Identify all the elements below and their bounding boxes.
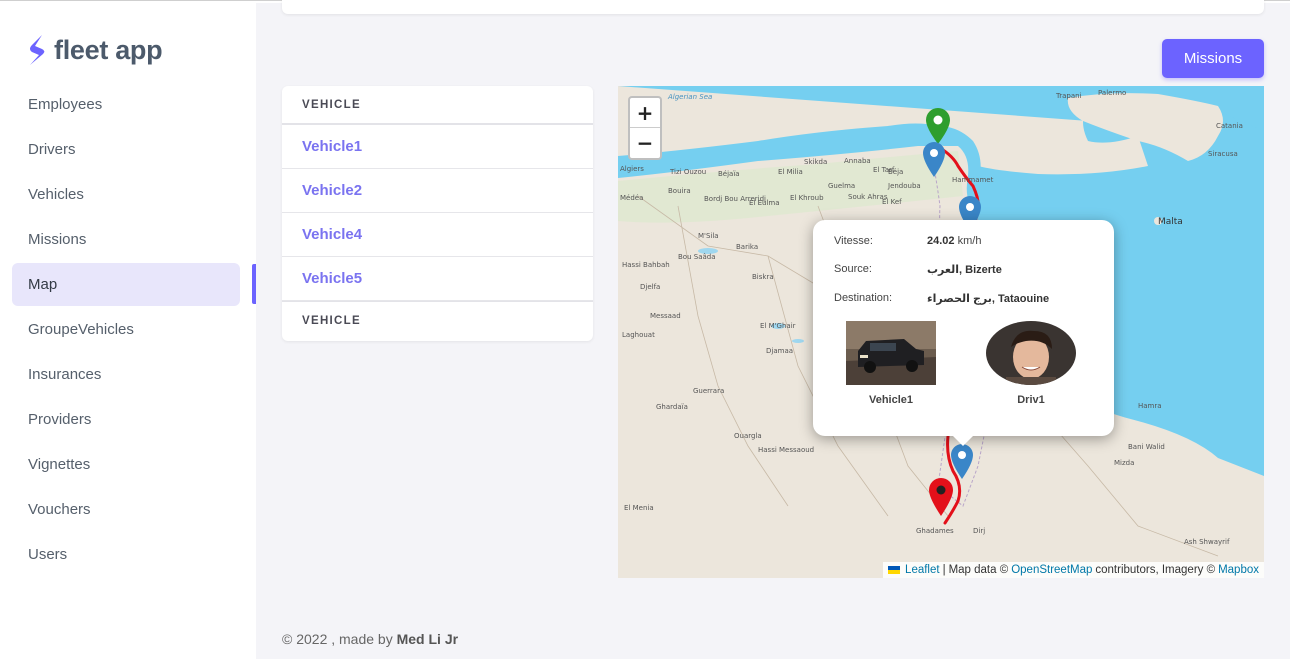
mapbox-link[interactable]: Mapbox — [1218, 564, 1259, 576]
vehicle-row-1[interactable]: Vehicle1 — [282, 125, 593, 169]
table-header: VEHICLE — [282, 86, 593, 125]
zoom-out-button[interactable]: − — [630, 128, 660, 158]
app-name: fleet app — [54, 34, 163, 65]
footer-author: Med Li Jr — [396, 631, 459, 647]
sidebar-item-vouchers[interactable]: Vouchers — [12, 488, 240, 531]
map-label: Jendouba — [888, 182, 921, 190]
popup-tip — [952, 435, 974, 446]
osm-link[interactable]: OpenStreetMap — [1011, 564, 1092, 576]
map-attribution: Leaflet | Map data © OpenStreetMap contr… — [883, 562, 1264, 578]
map-label: El Kef — [882, 198, 902, 206]
map-label: Hamra — [1138, 402, 1162, 410]
map-label: Malta — [1158, 217, 1183, 227]
map-label: El Milia — [778, 168, 803, 176]
vehicle-caption: Vehicle1 — [868, 394, 914, 406]
ukraine-flag-icon — [888, 566, 901, 574]
map-label: Algerian Sea — [668, 93, 713, 101]
map-label: Barika — [736, 243, 759, 251]
active-nav-marker — [252, 264, 256, 304]
map-label: Ghadames — [916, 527, 954, 535]
missions-button[interactable]: Missions — [1162, 39, 1264, 78]
map-label: Hassi Messaoud — [758, 446, 815, 454]
map-label: El Tarf — [873, 166, 895, 174]
map-label: Djelfa — [640, 283, 661, 291]
vehicle-row-4[interactable]: Vehicle4 — [282, 213, 593, 257]
app-logo[interactable]: fleet app — [26, 33, 163, 67]
map-label: Algiers — [620, 165, 644, 173]
sidebar-item-users[interactable]: Users — [12, 533, 240, 576]
sidebar-item-groupevehicles[interactable]: GroupeVehicles — [12, 308, 240, 351]
source-value: العرب, Bizerte — [927, 264, 1002, 276]
map-label: Bou Saâda — [678, 253, 716, 261]
attribution-separator: | — [942, 564, 946, 576]
driver-caption: Driv1 — [1017, 394, 1045, 406]
destination-value: برج الحصراء, Tataouine — [927, 293, 1050, 305]
map-label: M'Sila — [698, 232, 719, 240]
map-label: Skikda — [804, 158, 828, 166]
map-label: El Menia — [624, 504, 654, 512]
driver-photo — [986, 321, 1076, 385]
sidebar-item-missions[interactable]: Missions — [12, 218, 240, 261]
leaflet-link[interactable]: Leaflet — [905, 564, 940, 576]
map-label: Laghouat — [622, 331, 655, 339]
map-label: El Khroub — [790, 194, 824, 202]
map-label: Bani Walid — [1128, 443, 1165, 451]
map-label: Biskra — [752, 273, 774, 281]
vehicle-popup: Vitesse: 24.02 km/h Source: العرب, Bizer… — [813, 220, 1114, 436]
source-label: Source: — [834, 263, 872, 275]
map-label: Catania — [1216, 122, 1243, 130]
zoom-control: + − — [628, 96, 662, 160]
vehicle-row-2[interactable]: Vehicle2 — [282, 169, 593, 213]
map-label: Béjaïa — [718, 170, 740, 178]
sidebar-item-map[interactable]: Map — [12, 263, 240, 306]
map-label: Palermo — [1098, 89, 1127, 97]
destination-label: Destination: — [834, 292, 893, 304]
map-label: Annaba — [844, 157, 871, 165]
sidebar-item-vignettes[interactable]: Vignettes — [12, 443, 240, 486]
top-card — [282, 0, 1264, 14]
sidebar-item-drivers[interactable]: Drivers — [12, 128, 240, 171]
map-label: Hassi Bahbah — [622, 261, 670, 269]
map-label: Ash Shwayrif — [1184, 538, 1230, 546]
vehicle-table: VEHICLE Vehicle1 Vehicle2 Vehicle4 Vehic… — [282, 86, 593, 341]
page-footer: © 2022 , made by Med Li Jr — [282, 631, 458, 647]
map-label: Hammamet — [952, 176, 994, 184]
speed-label: Vitesse: — [834, 235, 873, 247]
map-label: Guelma — [828, 182, 856, 190]
map-label: Dirj — [973, 527, 986, 535]
logo-icon — [30, 35, 45, 65]
vehicle-row-5[interactable]: Vehicle5 — [282, 257, 593, 301]
map-label: Djamaa — [766, 347, 794, 355]
map-label: Bouira — [668, 187, 691, 195]
map-label: Ghardaïa — [656, 403, 688, 411]
attribution-text: Map data © — [948, 564, 1009, 576]
attribution-contrib: contributors, Imagery © — [1095, 564, 1216, 576]
table-footer: VEHICLE — [282, 301, 593, 340]
map-label: Mizda — [1114, 459, 1135, 467]
sidebar: fleet app Employees Drivers Vehicles Mis… — [0, 3, 256, 659]
map-label: Guerrara — [693, 387, 725, 395]
map-label: Tizi Ouzou — [670, 168, 707, 176]
map-label: Médéa — [620, 194, 644, 202]
footer-text: © 2022 , made by — [282, 631, 393, 647]
speed-value: 24.02 km/h — [927, 235, 982, 247]
vehicle-photo — [846, 321, 936, 385]
sidebar-item-employees[interactable]: Employees — [12, 83, 240, 126]
map-label: Siracusa — [1208, 150, 1238, 158]
zoom-in-button[interactable]: + — [630, 98, 660, 128]
map-label: Messaad — [650, 312, 681, 320]
sidebar-nav: Employees Drivers Vehicles Missions Map … — [12, 83, 240, 578]
sidebar-item-vehicles[interactable]: Vehicles — [12, 173, 240, 216]
sidebar-item-insurances[interactable]: Insurances — [12, 353, 240, 396]
map-label: Ouargla — [734, 432, 762, 440]
sidebar-item-providers[interactable]: Providers — [12, 398, 240, 441]
map-label: El Eulma — [749, 199, 780, 207]
map-label: Trapani — [1056, 92, 1082, 100]
map-label: El M'Ghair — [760, 322, 796, 330]
